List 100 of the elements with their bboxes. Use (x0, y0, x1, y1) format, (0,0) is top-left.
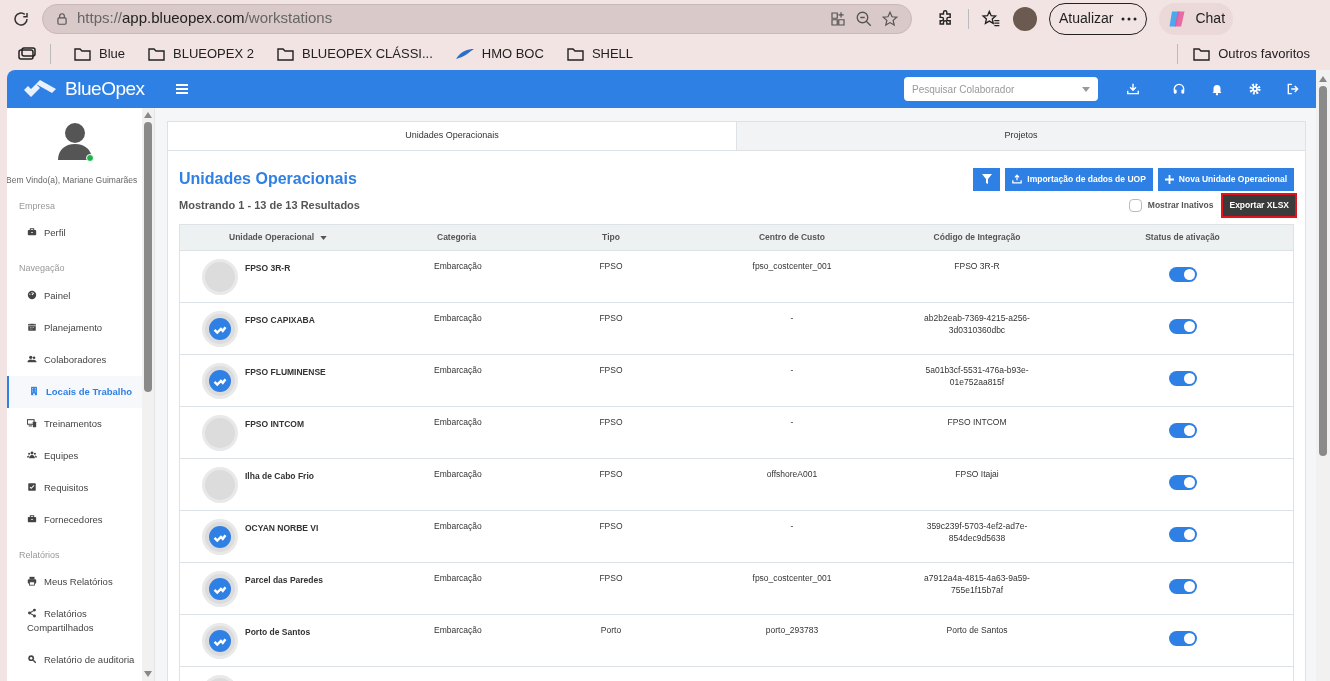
sidebar-item[interactable]: Colaboradores (7, 343, 142, 376)
column-header[interactable]: Código de Integração (882, 231, 1072, 244)
logo-text: BlueOpex (65, 76, 145, 101)
bookmark-item[interactable]: HMO BOC (454, 43, 544, 64)
folder-icon (1192, 45, 1212, 62)
table-cell-text: FPSO Itajai (955, 468, 999, 481)
export-button[interactable]: Exportar XLSX (1221, 193, 1297, 218)
import-button[interactable]: Importação de dados de UOP (1005, 167, 1153, 191)
toggle-switch[interactable] (1168, 423, 1197, 438)
bookmark-item[interactable]: SHELL (565, 43, 634, 64)
sidebar-item[interactable]: Meus Relatórios (7, 566, 142, 599)
scroll-up-icon (1319, 76, 1327, 82)
sidebar-item[interactable]: Locais de Trabalho (7, 375, 142, 408)
new-unit-button[interactable]: Nova Unidade Operacional (1157, 167, 1294, 191)
logout-icon[interactable] (1286, 82, 1300, 96)
column-header[interactable]: Unidade Operacional (180, 231, 400, 244)
table-cell-text: Ilha de Cabo Frio (245, 470, 314, 483)
menu-icon[interactable] (175, 83, 189, 95)
table-cell: Embarcação (434, 313, 482, 323)
table-cell: Embarcação (434, 417, 482, 427)
calendar-icon (27, 321, 37, 332)
tab-actions-icon[interactable] (18, 46, 36, 61)
headset-icon[interactable] (1172, 82, 1186, 96)
column-header[interactable]: Tipo (520, 231, 702, 244)
filter-button[interactable] (973, 167, 1001, 191)
tab[interactable]: Projetos (736, 122, 1305, 151)
group-icon (27, 449, 37, 460)
table-cell: Embarcação (434, 365, 482, 375)
table-cell-text: FPSO FLUMINENSE (245, 366, 326, 379)
table-cell: FPSO (599, 417, 623, 427)
sidebar-item[interactable]: Equipes (7, 439, 142, 472)
folder-icon (565, 45, 585, 62)
sidebar-item[interactable]: Requisitos (7, 471, 142, 504)
toggle-switch[interactable] (1168, 579, 1197, 594)
briefcase-icon (27, 513, 37, 524)
settings-icon[interactable] (1248, 82, 1262, 96)
toggle-switch[interactable] (1168, 527, 1197, 542)
table-cell: Porto (600, 625, 622, 635)
sidebar-item[interactable]: Treinamentos (7, 407, 142, 440)
table-cell: Embarcação (434, 469, 482, 479)
sidebar-item[interactable]: Relatórios Compartilhados (7, 598, 142, 645)
toggle-switch[interactable] (1168, 319, 1197, 334)
sidebar-item[interactable]: Painel (7, 279, 142, 312)
users-icon (27, 353, 37, 364)
table-cell-text: Parcel das Paredes (245, 574, 323, 587)
folder-icon (275, 45, 295, 62)
table-cell: porto_293783 (765, 625, 819, 635)
check-badge-icon (209, 526, 231, 548)
download-icon[interactable] (1126, 82, 1140, 96)
bookmark-item[interactable]: Outros favoritos (1192, 43, 1310, 64)
table-cell-text: Porto de Santos (946, 624, 1008, 637)
column-header[interactable]: Status de ativação (1072, 231, 1293, 244)
toggle-switch[interactable] (1168, 371, 1197, 386)
search-icon (27, 654, 37, 665)
column-header[interactable]: Centro de Custo (702, 231, 882, 244)
wing-icon (454, 47, 475, 60)
sidebar-item[interactable]: Perfil (7, 217, 142, 250)
table-cell: FPSO (599, 365, 623, 375)
table-cell: Embarcação (434, 521, 482, 531)
toggle-switch[interactable] (1168, 475, 1197, 490)
sidebar-item[interactable]: Relatório de auditoria (7, 644, 142, 677)
table-cell: - (790, 365, 794, 375)
zoom-out-icon[interactable] (855, 9, 873, 28)
bookmark-item[interactable]: Blue (73, 43, 126, 64)
sidebar-item[interactable]: Fornecedores (7, 503, 142, 536)
table-cell-text: a7912a4a-4815-4a63-9a59-755e1f15b7af (923, 572, 1031, 597)
address-bar[interactable]: https://app.blueopex.com/workstations (42, 3, 912, 34)
table-cell: - (790, 313, 794, 323)
table-cell-text: FPSO CAPIXABA (245, 314, 315, 327)
welcome-text: Bem Vindo(a), Mariane Guimarães (7, 174, 139, 187)
caret-icon (1082, 86, 1090, 92)
table-cell-text: 359c239f-5703-4ef2-ad7e-854dec9d5638 (925, 520, 1029, 545)
section-label: Relatórios (18, 548, 61, 562)
table-cell: FPSO (599, 521, 623, 531)
sidebar-item[interactable]: Planejamento (7, 311, 142, 344)
favorites-icon[interactable] (981, 8, 1001, 29)
check-badge-icon (209, 578, 231, 600)
filter-icon (981, 174, 992, 184)
table-cell-text: FPSO 3R-R (245, 262, 291, 275)
scrollbar[interactable] (1316, 70, 1330, 681)
bookmark-item[interactable]: BLUEOPEX CLÁSSI... (275, 43, 433, 64)
toggle-switch[interactable] (1168, 267, 1197, 282)
profile-avatar[interactable] (1013, 6, 1037, 31)
table-cell: FPSO (599, 573, 623, 583)
reload-icon[interactable] (12, 9, 30, 28)
toggle-switch[interactable] (1168, 631, 1197, 646)
table-cell-text: FPSO 3R-R (954, 260, 1000, 273)
scrollbar[interactable] (142, 108, 154, 681)
split-screen-icon[interactable] (829, 9, 847, 28)
logo-icon (23, 79, 57, 99)
chat-button[interactable]: Chat (1159, 2, 1234, 35)
person-icon (56, 122, 93, 160)
folder-icon (147, 45, 167, 62)
bell-icon[interactable] (1210, 82, 1224, 96)
star-icon[interactable] (881, 9, 899, 28)
column-header[interactable]: Categoria (400, 231, 520, 244)
table-cell: - (790, 417, 794, 427)
bookmark-item[interactable]: BLUEOPEX 2 (147, 43, 254, 64)
scroll-down-icon (144, 671, 152, 677)
table-cell: offshoreA001 (766, 469, 818, 479)
